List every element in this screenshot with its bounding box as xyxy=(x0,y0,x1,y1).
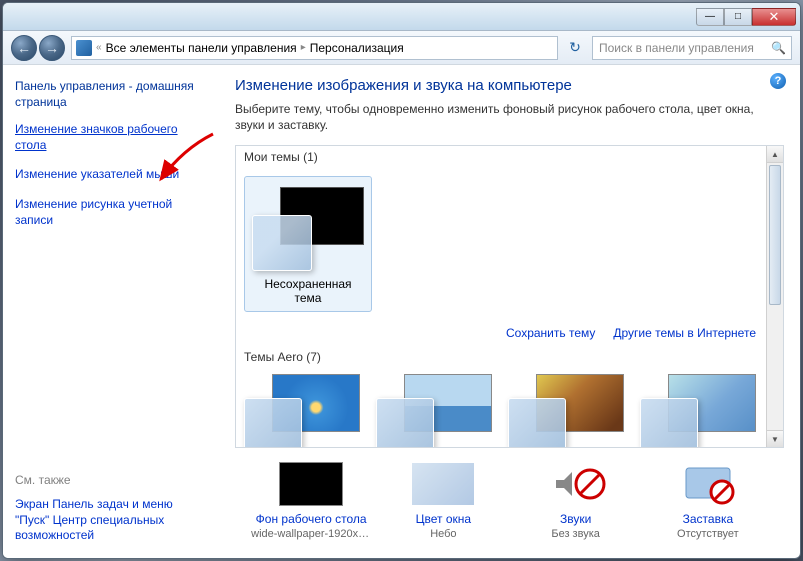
sidebar-link-mouse-pointers[interactable]: Изменение указателей мыши xyxy=(15,167,209,183)
search-placeholder: Поиск в панели управления xyxy=(599,41,754,55)
back-button[interactable]: ← xyxy=(11,35,37,61)
close-button[interactable]: ✕ xyxy=(752,8,796,26)
page-title: Изменение изображения и звука на компьют… xyxy=(235,77,784,94)
sounds-item[interactable]: Звуки Без звука xyxy=(516,462,636,540)
scroll-up-icon[interactable]: ▲ xyxy=(767,146,783,163)
vertical-scrollbar[interactable]: ▲ ▼ xyxy=(766,146,783,447)
screensaver-item[interactable]: Заставка Отсутствует xyxy=(648,462,768,540)
see-also-header: См. также xyxy=(15,473,209,487)
maximize-button[interactable]: □ xyxy=(724,8,752,26)
control-panel-icon xyxy=(76,40,92,56)
nav-arrows: ← → xyxy=(11,35,65,61)
sidebar-link-desktop-icons[interactable]: Изменение значков рабочего стола xyxy=(15,122,209,153)
page-description: Выберите тему, чтобы одновременно измени… xyxy=(235,102,784,133)
screensaver-value: Отсутствует xyxy=(648,528,768,540)
my-themes-header: Мои темы (1) xyxy=(236,146,766,168)
theme-label: Несохраненная тема xyxy=(251,277,365,305)
breadcrumb-item[interactable]: Персонализация xyxy=(310,41,404,55)
sidebar: Панель управления - домашняя страница Из… xyxy=(3,65,221,558)
navbar: ← → « Все элементы панели управления ▸ П… xyxy=(3,31,800,65)
titlebar: — □ ✕ xyxy=(3,3,800,31)
window-color-icon xyxy=(411,462,475,506)
my-themes-area: Несохраненная тема xyxy=(236,168,766,320)
breadcrumb-item[interactable]: Все элементы панели управления xyxy=(106,41,297,55)
aero-theme[interactable] xyxy=(244,372,366,447)
theme-actions: Сохранить тему Другие темы в Интернете xyxy=(236,320,766,346)
window-color-link: Цвет окна xyxy=(383,512,503,526)
more-themes-link[interactable]: Другие темы в Интернете xyxy=(613,326,756,340)
desktop-background-item[interactable]: Фон рабочего стола wide-wallpaper-1920x1… xyxy=(251,462,371,540)
main-panel: Изменение изображения и звука на компьют… xyxy=(221,65,800,558)
minimize-button[interactable]: — xyxy=(696,8,724,26)
aero-themes-header: Темы Aero (7) xyxy=(236,346,766,368)
desktop-background-value: wide-wallpaper-1920x10... xyxy=(251,528,371,540)
breadcrumb[interactable]: « Все элементы панели управления ▸ Персо… xyxy=(71,36,558,60)
scroll-down-icon[interactable]: ▼ xyxy=(767,430,783,447)
desktop-background-link: Фон рабочего стола xyxy=(251,512,371,526)
theme-unsaved[interactable]: Несохраненная тема xyxy=(244,176,372,312)
theme-preview xyxy=(252,183,364,271)
window: — □ ✕ ← → « Все элементы панели управлен… xyxy=(2,2,801,559)
chevron-left-icon: « xyxy=(96,42,102,53)
help-icon[interactable]: ? xyxy=(770,73,786,89)
scrollbar-thumb[interactable] xyxy=(769,165,781,305)
themes-panel: Мои темы (1) Несохраненная тема xyxy=(235,145,784,448)
content: ? Панель управления - домашняя страница … xyxy=(3,65,800,558)
sidebar-link-account-picture[interactable]: Изменение рисунка учетной записи xyxy=(15,197,209,228)
sidebar-link-display[interactable]: Экран xyxy=(15,497,49,511)
search-icon: 🔍 xyxy=(771,41,785,55)
sounds-icon xyxy=(544,462,608,506)
wallpaper-icon xyxy=(279,462,343,506)
sounds-link: Звуки xyxy=(516,512,636,526)
bottom-actions: Фон рабочего стола wide-wallpaper-1920x1… xyxy=(235,448,784,546)
forward-button[interactable]: → xyxy=(39,35,65,61)
sidebar-footer: См. также Экран Панель задач и меню "Пус… xyxy=(15,473,209,544)
aero-themes-row xyxy=(236,368,766,447)
aero-theme[interactable] xyxy=(376,372,498,447)
save-theme-link[interactable]: Сохранить тему xyxy=(506,326,595,340)
screensaver-icon xyxy=(676,462,740,506)
screensaver-link: Заставка xyxy=(648,512,768,526)
chevron-right-icon: ▸ xyxy=(301,42,306,53)
window-color-item[interactable]: Цвет окна Небо xyxy=(383,462,503,540)
window-buttons: — □ ✕ xyxy=(696,8,796,26)
search-input[interactable]: Поиск в панели управления 🔍 xyxy=(592,36,792,60)
aero-theme[interactable] xyxy=(508,372,630,447)
theme-window-icon xyxy=(252,215,312,271)
refresh-button[interactable]: ↻ xyxy=(564,37,586,59)
aero-theme[interactable] xyxy=(640,372,762,447)
sounds-value: Без звука xyxy=(516,528,636,540)
sidebar-home-link[interactable]: Панель управления - домашняя страница xyxy=(15,79,209,110)
window-color-value: Небо xyxy=(383,528,503,540)
